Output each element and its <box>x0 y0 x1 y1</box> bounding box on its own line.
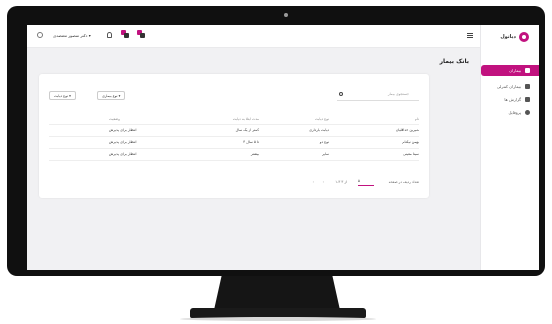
sidebar-item-patients[interactable]: بیماران <box>481 65 539 76</box>
cell-status: انتظار برای پذیرش <box>109 140 137 144</box>
close-icon <box>525 84 530 89</box>
next-page-button[interactable]: › <box>313 180 314 184</box>
logo: دیاتول <box>500 32 529 42</box>
cell-type: دیابت بارداری <box>309 128 329 132</box>
cell-status: انتظار برای پذیرش <box>109 152 137 156</box>
sidebar-item-label: بیماران <box>509 68 521 73</box>
monitor-shadow <box>180 317 376 321</box>
bell-icon[interactable] <box>107 32 112 38</box>
folder-icon <box>525 68 530 73</box>
menu-icon[interactable] <box>467 33 473 38</box>
user-menu[interactable]: دکتر منصور معتضدی ▾ <box>53 33 91 38</box>
camera-icon <box>284 13 288 17</box>
rows-per-page-label: تعداد ردیف در صفحه <box>388 180 419 184</box>
sidebar-item-reports[interactable]: گزارش ها <box>481 94 539 105</box>
sidebar-item-label: پروفایل <box>508 110 521 115</box>
cell-status: انتظار برای پذیرش <box>109 128 137 132</box>
patients-table: نام نوع دیابت مدت ابتلا به دیابت وضعیت ش… <box>49 114 419 161</box>
cell-name: بهمن نیکنام <box>402 140 419 144</box>
sidebar-item-profile[interactable]: پروفایل <box>481 107 539 118</box>
page-range: ۱-۳ از ۳ <box>335 180 347 184</box>
cell-type: سایر <box>322 152 329 156</box>
search-icon <box>339 92 343 96</box>
column-header: نوع دیابت <box>315 117 329 121</box>
page-title: بانک بیمار <box>439 58 469 65</box>
search-placeholder: جستجوی بیمار <box>387 92 409 96</box>
message-icon[interactable] <box>137 30 145 38</box>
brand-name: دیاتول <box>500 34 516 40</box>
rows-per-page-select[interactable]: ۵ <box>358 179 374 186</box>
sidebar: دیاتول بیماران بیماران کنترلی گزارش ها پ… <box>480 25 539 270</box>
sidebar-item-label: گزارش ها <box>504 97 521 102</box>
table-header: نام نوع دیابت مدت ابتلا به دیابت وضعیت <box>49 114 419 125</box>
cell-duration: بیشتر <box>250 152 259 156</box>
logo-icon <box>519 32 529 42</box>
screen: دکتر منصور معتضدی ▾ دیاتول بیماران بیمار… <box>27 25 539 270</box>
patients-card: جستجوی بیمار نوع بیماری ▾ نوع دیابت ▾ نا… <box>39 74 429 198</box>
table-row[interactable]: شیرین خداقلیان دیابت بارداری کمتر از یک … <box>49 125 419 137</box>
sidebar-item-control-patients[interactable]: بیماران کنترلی <box>481 81 539 92</box>
filter-disease-type[interactable]: نوع بیماری ▾ <box>97 91 126 100</box>
table-row[interactable]: سینا معینی سایر بیشتر انتظار برای پذیرش <box>49 149 419 161</box>
user-icon <box>525 110 530 115</box>
sidebar-item-label: بیماران کنترلی <box>496 84 521 89</box>
cell-duration: کمتر از یک سال <box>235 128 259 132</box>
column-header: مدت ابتلا به دیابت <box>232 117 259 121</box>
prev-page-button[interactable]: ‹ <box>323 180 324 184</box>
pagination: تعداد ردیف در صفحه ۵ ۱-۳ از ۳ ‹ › <box>49 178 419 188</box>
cell-name: شیرین خداقلیان <box>395 128 419 132</box>
monitor-stand <box>214 276 340 310</box>
table-row[interactable]: بهمن نیکنام نوع دو ۳ تا ۵ سال انتظار برا… <box>49 137 419 149</box>
copy-icon <box>525 97 530 102</box>
search-input[interactable]: جستجوی بیمار <box>337 90 419 101</box>
cell-duration: ۳ تا ۵ سال <box>243 140 259 144</box>
notification-icon[interactable] <box>121 30 129 38</box>
monitor-frame: دکتر منصور معتضدی ▾ دیاتول بیماران بیمار… <box>7 6 545 276</box>
column-header: وضعیت <box>109 117 120 121</box>
user-icon[interactable] <box>37 32 43 38</box>
filter-diabetes-type[interactable]: نوع دیابت ▾ <box>49 91 76 100</box>
topbar: دکتر منصور معتضدی ▾ <box>27 25 481 48</box>
column-header: نام <box>414 117 419 121</box>
cell-name: سینا معینی <box>403 152 419 156</box>
cell-type: نوع دو <box>319 140 329 144</box>
